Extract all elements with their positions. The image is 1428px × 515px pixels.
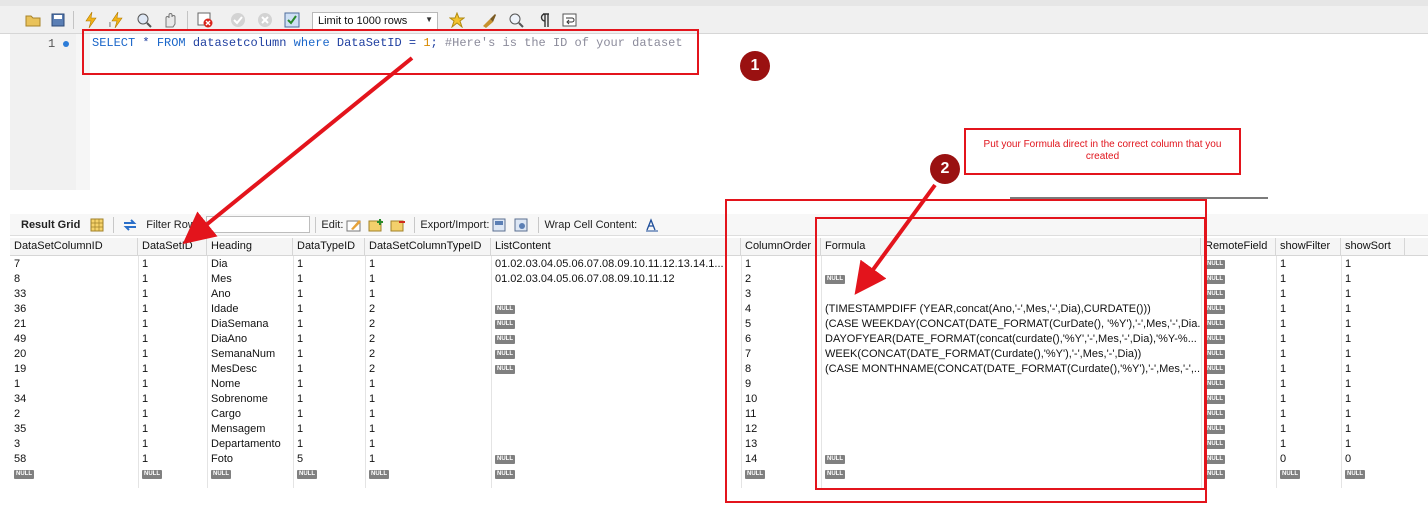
annotation-arrow-2	[854, 183, 937, 295]
annotation-arrow-1	[182, 56, 414, 245]
annotation-arrows	[182, 56, 937, 295]
